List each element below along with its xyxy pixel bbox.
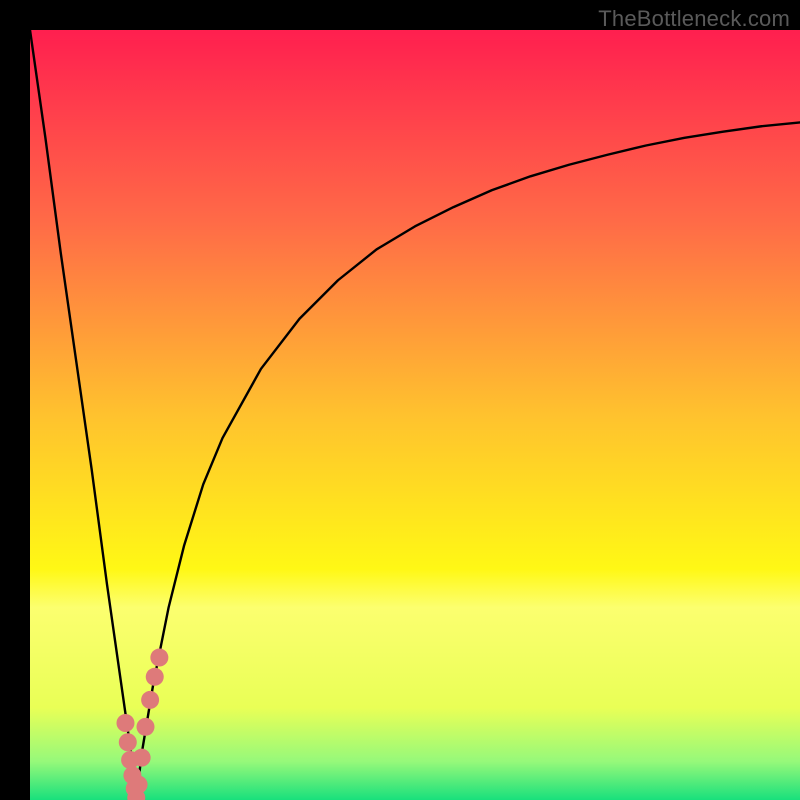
marker-dot — [137, 718, 155, 736]
marker-dot — [133, 749, 151, 767]
marker-dot — [150, 649, 168, 667]
marker-dot — [119, 733, 137, 751]
plot-area — [30, 30, 800, 800]
watermark-text: TheBottleneck.com — [598, 6, 790, 32]
marker-dot — [116, 714, 134, 732]
marker-dot — [146, 668, 164, 686]
chart-frame: TheBottleneck.com — [0, 0, 800, 800]
marker-dot — [130, 776, 148, 794]
gradient-background — [30, 30, 800, 800]
chart-svg — [30, 30, 800, 800]
marker-dot — [141, 691, 159, 709]
